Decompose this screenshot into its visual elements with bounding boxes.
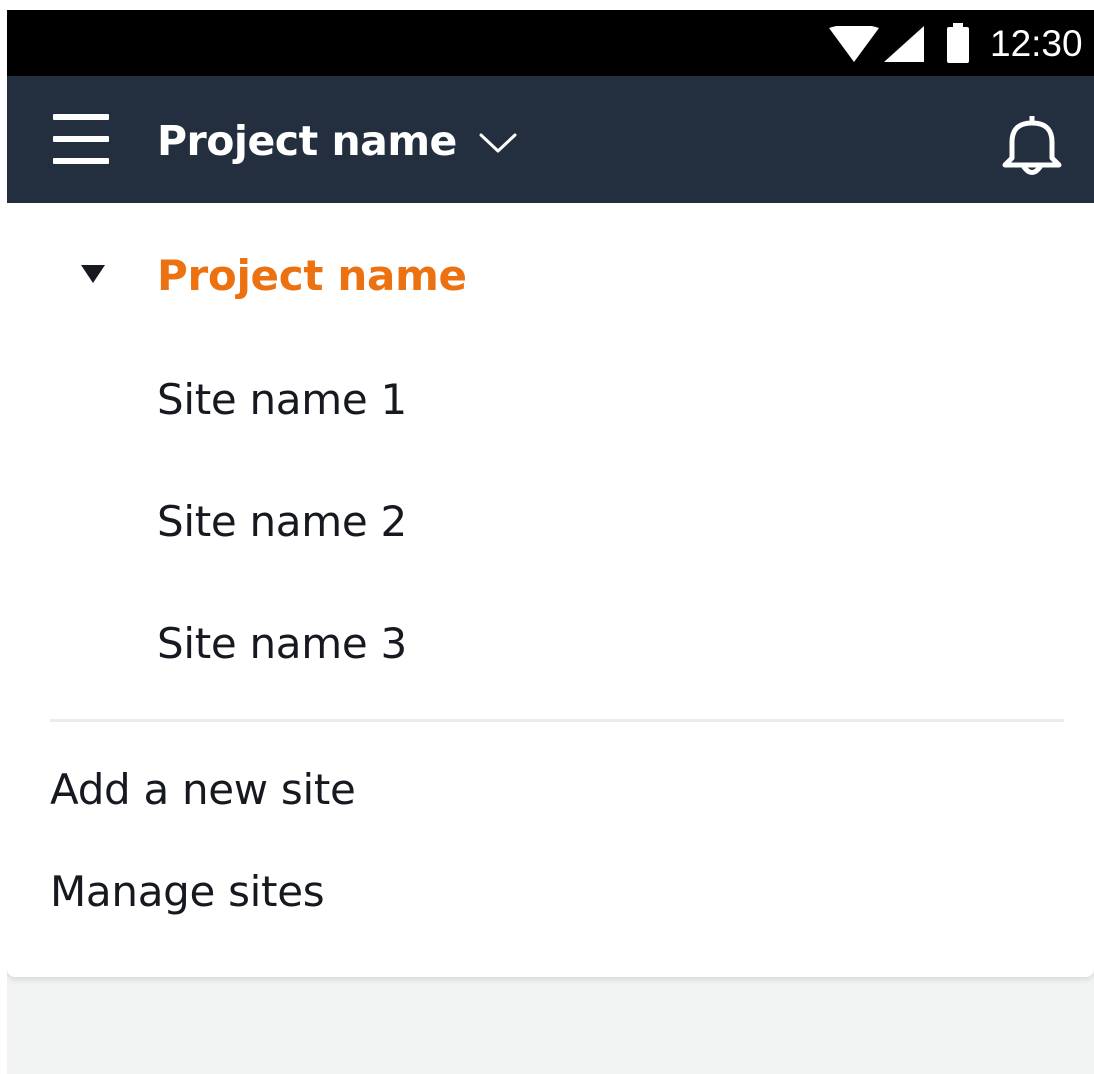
site-list-item[interactable]: Site name 3	[7, 597, 1094, 687]
wifi-icon	[829, 26, 879, 62]
chevron-down-icon	[479, 133, 517, 153]
status-time: 12:30	[990, 23, 1083, 64]
app-header: Project name	[7, 76, 1094, 203]
manage-sites-button[interactable]: Manage sites	[7, 845, 1094, 935]
cell-signal-icon	[884, 26, 924, 62]
battery-icon	[945, 23, 971, 63]
site-list-item[interactable]: Site name 1	[7, 353, 1094, 443]
manage-sites-label: Manage sites	[50, 867, 325, 916]
header-project-title: Project name	[157, 117, 457, 165]
site-name-label: Site name 2	[157, 497, 407, 546]
add-new-site-label: Add a new site	[50, 765, 356, 814]
site-list-item[interactable]: Site name 2	[7, 475, 1094, 565]
site-name-label: Site name 3	[157, 619, 407, 668]
divider	[50, 719, 1064, 722]
site-name-label: Site name 1	[157, 375, 407, 424]
caret-down-icon[interactable]	[81, 265, 105, 283]
hamburger-menu-icon[interactable]	[53, 114, 111, 166]
bell-icon[interactable]	[997, 114, 1067, 176]
project-tree-item[interactable]: Project name	[7, 233, 1094, 317]
app-frame: 12:30 Project name Project name Site nam…	[7, 10, 1094, 1074]
add-new-site-button[interactable]: Add a new site	[7, 743, 1094, 833]
project-name-label: Project name	[157, 251, 467, 300]
status-bar: 12:30	[7, 10, 1094, 76]
project-site-dropdown: Project name Site name 1 Site name 2 Sit…	[7, 203, 1094, 977]
project-switcher[interactable]: Project name	[157, 110, 517, 172]
